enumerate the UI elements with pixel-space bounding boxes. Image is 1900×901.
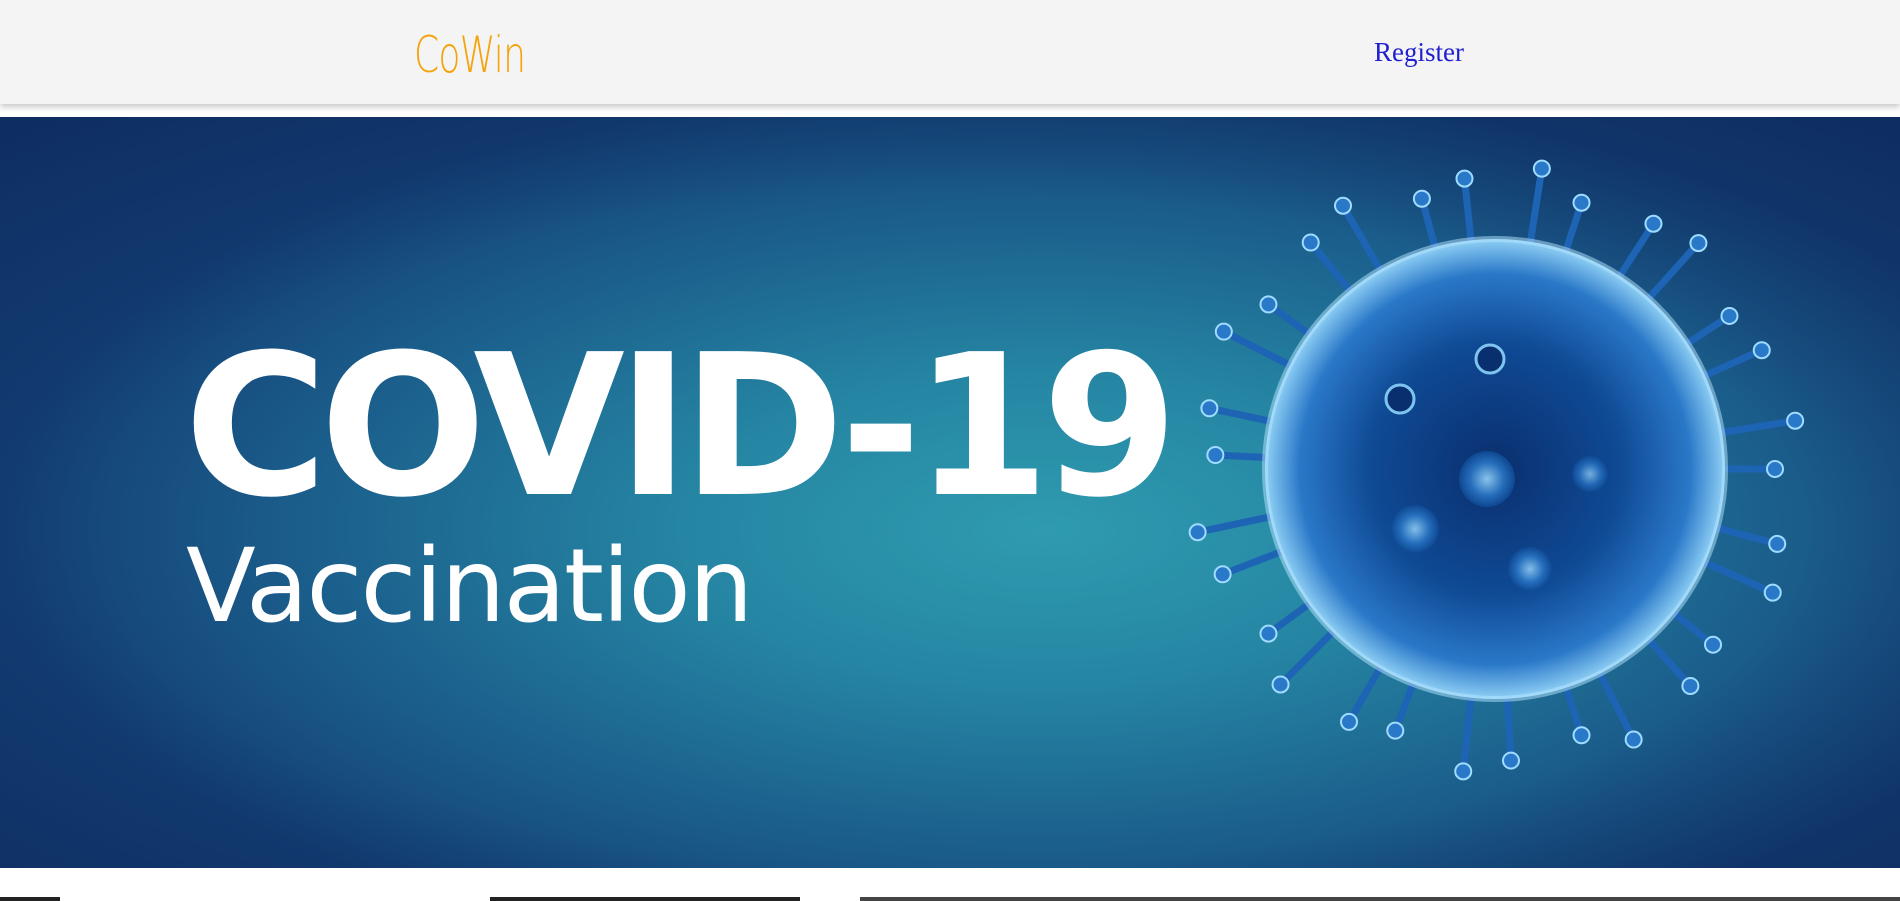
brand-logo[interactable]: CoWin <box>414 20 526 90</box>
hero-title: COVID-19 <box>184 313 1178 541</box>
top-navbar: CoWin Register <box>0 0 1900 104</box>
hero-subtitle: Vaccination <box>186 527 753 646</box>
bottom-edge <box>0 897 1900 901</box>
hero-banner: COVID-19 Vaccination <box>0 117 1900 868</box>
register-link[interactable]: Register <box>1374 33 1464 71</box>
